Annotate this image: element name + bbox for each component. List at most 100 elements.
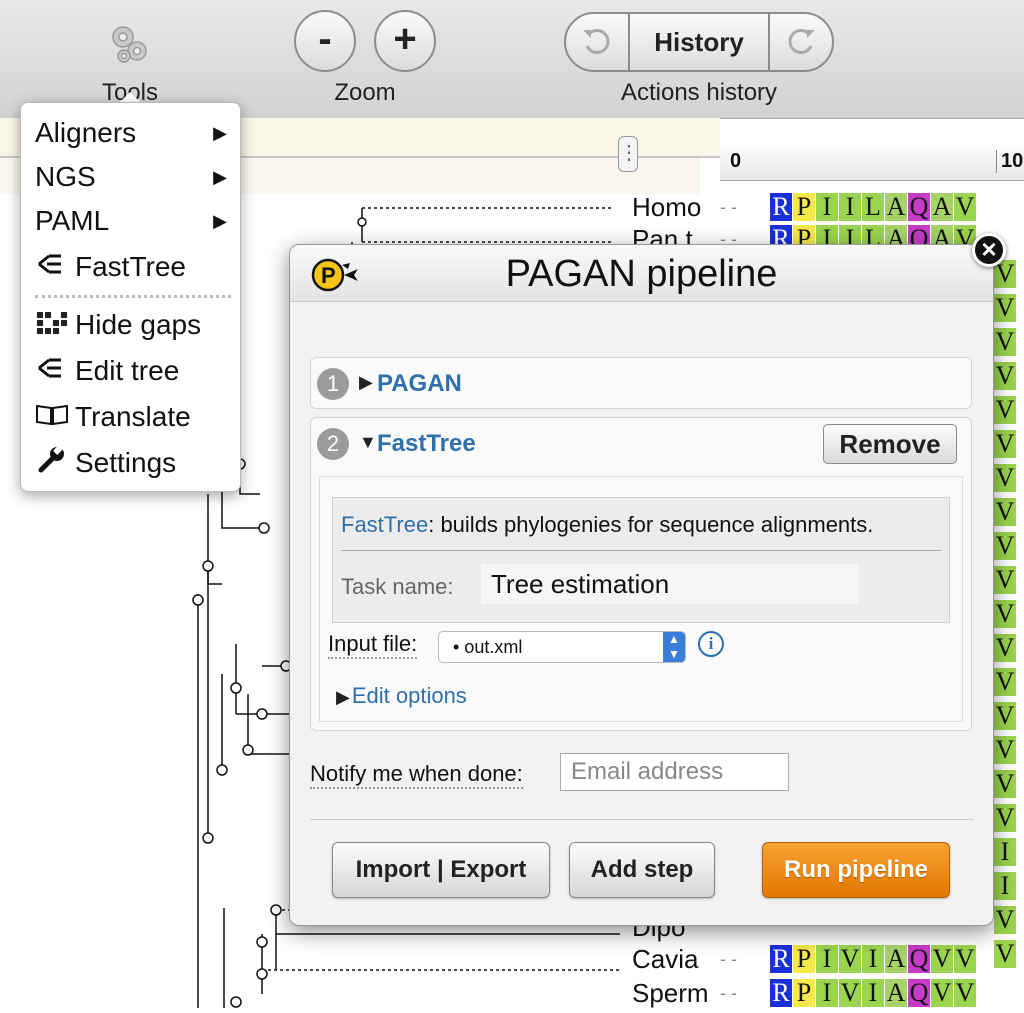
residue-cell: I — [862, 945, 884, 973]
residue-cell: Q — [908, 978, 930, 1007]
residue-cell: V — [954, 944, 976, 973]
pane-splitter-handle[interactable]: ⋮ — [618, 136, 639, 172]
add-step-button[interactable]: Add step — [569, 842, 715, 898]
alignment-row[interactable]: - -RPIILAQAV — [720, 192, 977, 222]
residue-cell: V — [994, 599, 1016, 628]
residue-cell: P — [793, 979, 815, 1007]
import-export-button[interactable]: Import | Export — [332, 842, 550, 898]
expand-arrow-icon: ▶ — [336, 687, 350, 707]
wrench-icon — [35, 444, 75, 485]
tree-icon — [35, 249, 75, 289]
residue-cell: A — [885, 192, 907, 221]
step-description-box: FastTree: builds phylogenies for sequenc… — [332, 497, 950, 623]
close-button[interactable]: × — [972, 233, 1006, 267]
actions-history-label: Actions history — [620, 79, 778, 106]
residue-cell: V — [994, 327, 1016, 356]
residue-cell: V — [994, 667, 1016, 696]
edit-options-toggle[interactable]: ▶Edit options — [336, 683, 467, 709]
residue-cell: P — [793, 945, 815, 973]
notify-label: Notify me when done: — [310, 761, 523, 789]
residue-cell: A — [931, 192, 953, 221]
residue-cell: A — [885, 978, 907, 1007]
sequence-name[interactable]: Cavia — [632, 944, 698, 975]
menu-item-ngs[interactable]: NGS ▶ — [35, 157, 235, 197]
dialog-title: PAGAN pipeline — [505, 253, 778, 295]
redo-button[interactable] — [770, 14, 832, 70]
description-text: : builds phylogenies for sequence alignm… — [428, 512, 874, 537]
remove-step-button[interactable]: Remove — [823, 424, 957, 464]
edit-options-label: Edit options — [351, 683, 467, 708]
gear-icon[interactable] — [106, 20, 154, 68]
tools-menu: Aligners ▶ NGS ▶ PAML ▶ FastTree Hide ga… — [20, 102, 241, 492]
menu-item-hide-gaps[interactable]: Hide gaps — [35, 305, 235, 345]
residue-cell: V — [994, 769, 1016, 798]
pagan-pipeline-dialog: P PAGAN pipeline × 1 ▶ PAGAN 2 ▼ FastTre… — [289, 233, 1006, 926]
residue-cell: V — [994, 735, 1016, 764]
residue-cell: V — [954, 192, 976, 221]
footer-divider — [310, 819, 974, 820]
fasttree-link[interactable]: FastTree — [341, 512, 428, 537]
task-name-input[interactable]: Tree estimation — [481, 564, 859, 604]
menu-item-label: FastTree — [75, 251, 186, 282]
residue-cell: I — [862, 979, 884, 1007]
gap-marker: - - — [720, 948, 737, 969]
tree-icon — [35, 353, 75, 393]
residue-cell: R — [770, 193, 792, 221]
menu-item-aligners[interactable]: Aligners ▶ — [35, 113, 235, 153]
residue-cell: R — [770, 979, 792, 1007]
step-number: 1 — [317, 368, 349, 400]
residue-cell: V — [994, 497, 1016, 526]
residue-cell: V — [839, 978, 861, 1007]
menu-item-fasttree[interactable]: FastTree — [35, 247, 235, 287]
menu-item-settings[interactable]: Settings — [35, 443, 235, 483]
undo-button[interactable] — [566, 14, 628, 70]
step-number: 2 — [317, 428, 349, 460]
residue-cell: V — [994, 565, 1016, 594]
ruler-tick: 0 — [730, 150, 742, 172]
menu-item-edit-tree[interactable]: Edit tree — [35, 351, 235, 391]
residue-cell: V — [954, 978, 976, 1007]
gaps-grid-icon — [35, 307, 75, 347]
menu-item-translate[interactable]: Translate — [35, 397, 235, 437]
history-button[interactable]: History — [628, 14, 770, 70]
menu-item-label: Settings — [75, 447, 177, 478]
residue-cell: I — [816, 193, 838, 221]
residue-cell: V — [994, 463, 1016, 492]
residue-cell: Q — [908, 192, 930, 221]
sequence-name[interactable]: Homo — [632, 192, 701, 223]
task-name-label: Task name: — [341, 574, 454, 599]
alignment-row[interactable]: - -RPIVIAQVV — [720, 978, 977, 1008]
residue-cell: P — [793, 193, 815, 221]
residue-cell: V — [994, 803, 1016, 832]
ruler-tick: 10 — [996, 150, 1023, 173]
menu-item-label: NGS — [35, 161, 96, 192]
residue-cell: I — [816, 979, 838, 1007]
step-name[interactable]: FastTree — [377, 430, 476, 458]
zoom-label: Zoom — [334, 79, 396, 106]
alignment-row[interactable]: - -RPIVIAQVV — [720, 944, 977, 974]
step-description: FastTree: builds phylogenies for sequenc… — [341, 512, 873, 538]
sequence-name[interactable]: Sperm — [632, 978, 709, 1009]
residue-cell: R — [770, 945, 792, 973]
menu-item-label: Edit tree — [75, 355, 180, 386]
zoom-in-button[interactable]: + — [374, 10, 436, 72]
book-icon — [35, 399, 75, 439]
pipeline-step-pagan[interactable]: 1 ▶ PAGAN — [310, 357, 972, 409]
run-pipeline-button[interactable]: Run pipeline — [762, 842, 950, 898]
menu-item-label: Aligners — [35, 117, 137, 148]
input-file-label: Input file: — [328, 631, 418, 659]
menu-item-paml[interactable]: PAML ▶ — [35, 201, 235, 241]
residue-cell: I — [994, 872, 1016, 900]
step-name[interactable]: PAGAN — [377, 370, 462, 398]
residue-cell: I — [816, 945, 838, 973]
zoom-out-button[interactable]: - — [294, 10, 356, 72]
residue-cell: V — [994, 633, 1016, 662]
dialog-header[interactable]: P PAGAN pipeline — [290, 245, 993, 302]
residue-cell: I — [994, 838, 1016, 866]
input-file-select[interactable]: • out.xml ▲ ▼ — [438, 631, 686, 663]
menu-item-label: Hide gaps — [75, 309, 202, 340]
email-field[interactable]: Email address — [560, 753, 789, 791]
info-icon[interactable]: i — [698, 631, 724, 657]
residue-cell: V — [994, 905, 1016, 934]
residue-cell: V — [994, 293, 1016, 322]
